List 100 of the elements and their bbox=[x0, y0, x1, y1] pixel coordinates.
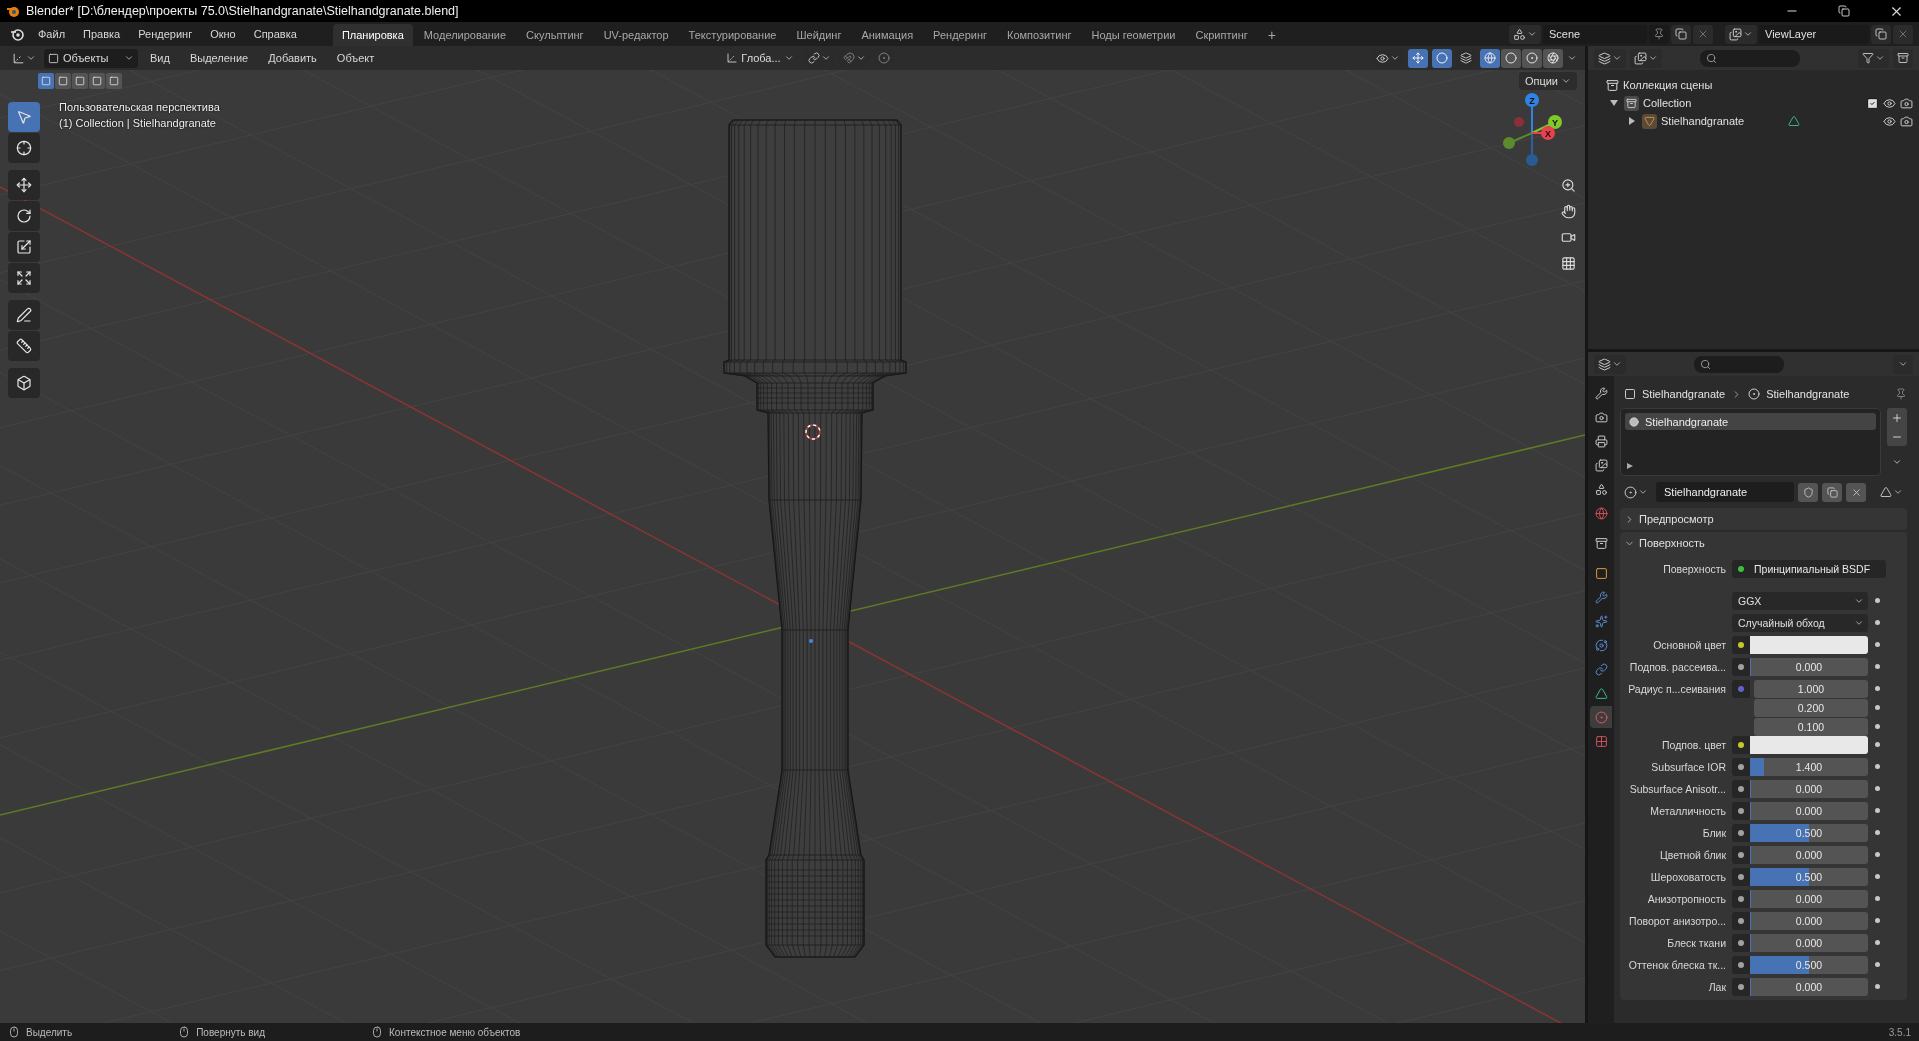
add-workspace-button[interactable]: + bbox=[1258, 24, 1285, 46]
menu-item[interactable]: Файл bbox=[30, 28, 74, 40]
scene-selector[interactable] bbox=[1509, 24, 1541, 44]
socket-icon[interactable] bbox=[1732, 912, 1750, 930]
workspace-tab[interactable]: UV-редактор bbox=[594, 24, 678, 46]
socket-icon[interactable] bbox=[1732, 758, 1750, 776]
tool-button[interactable] bbox=[8, 263, 40, 293]
workspace-tab[interactable]: Скриптинг bbox=[1186, 24, 1257, 46]
unlink-button[interactable] bbox=[1846, 482, 1866, 502]
menu-item[interactable]: Окно bbox=[202, 28, 244, 40]
collapsed-triangle-icon[interactable] bbox=[1628, 117, 1636, 125]
tool-button[interactable] bbox=[8, 300, 40, 330]
keyframe-dot-icon[interactable] bbox=[1875, 940, 1880, 945]
value-slider[interactable]: 0.000 bbox=[1750, 846, 1868, 864]
shading-mode-button[interactable] bbox=[1543, 48, 1563, 68]
menu-item[interactable]: Вид bbox=[142, 52, 178, 64]
checkbox[interactable] bbox=[1866, 96, 1879, 110]
scene-name-field[interactable]: Scene bbox=[1543, 24, 1647, 44]
keyframe-dot-icon[interactable] bbox=[1875, 724, 1880, 729]
keyframe-dot-icon[interactable] bbox=[1875, 896, 1880, 901]
value-slider[interactable]: 0.000 bbox=[1750, 780, 1868, 798]
workspace-tab[interactable]: Шейдинг bbox=[787, 24, 851, 46]
selection-mode-button[interactable] bbox=[72, 73, 88, 89]
value-slider[interactable]: 0.000 bbox=[1750, 890, 1868, 908]
keyframe-dot-icon[interactable] bbox=[1875, 874, 1880, 879]
camera-icon[interactable] bbox=[1900, 114, 1913, 128]
outliner-item[interactable]: Stielhandgranate bbox=[1661, 115, 1745, 127]
workspace-tab[interactable]: Композитинг bbox=[998, 24, 1081, 46]
new-view-layer-button[interactable] bbox=[1871, 24, 1891, 44]
keyframe-dot-icon[interactable] bbox=[1875, 962, 1880, 967]
eye-icon[interactable] bbox=[1883, 114, 1896, 128]
keyframe-dot-icon[interactable] bbox=[1875, 705, 1880, 710]
editor-type-button[interactable] bbox=[1594, 354, 1626, 374]
material-name-field[interactable]: Stielhandgranate bbox=[1656, 482, 1794, 502]
keyframe-dot-icon[interactable] bbox=[1875, 664, 1880, 669]
workspace-tab[interactable]: Ноды геометрии bbox=[1082, 24, 1185, 46]
hand-icon[interactable] bbox=[1560, 203, 1576, 219]
menu-item[interactable]: Правка bbox=[75, 28, 129, 40]
color-swatch[interactable] bbox=[1750, 736, 1868, 754]
value-slider[interactable]: 0.500 bbox=[1750, 956, 1868, 974]
material-slot[interactable]: Stielhandgranate bbox=[1625, 413, 1876, 430]
keyframe-dot-icon[interactable] bbox=[1875, 642, 1880, 647]
dropdown[interactable]: Случайный обход bbox=[1732, 614, 1868, 632]
selection-mode-button[interactable] bbox=[106, 73, 122, 89]
value-slider[interactable]: 0.500 bbox=[1750, 868, 1868, 886]
value-slider[interactable]: 0.000 bbox=[1750, 978, 1868, 996]
expanded-triangle-icon[interactable] bbox=[1610, 99, 1618, 107]
blender-logo-icon[interactable] bbox=[10, 27, 24, 41]
socket-icon[interactable] bbox=[1732, 802, 1750, 820]
fake-user-button[interactable] bbox=[1798, 482, 1818, 502]
view-layer-selector[interactable] bbox=[1725, 24, 1757, 44]
outliner-item[interactable]: Коллекция сцены bbox=[1623, 79, 1713, 91]
add-slot-button[interactable] bbox=[1887, 408, 1907, 427]
socket-icon[interactable] bbox=[1732, 956, 1750, 974]
socket-icon[interactable] bbox=[1732, 890, 1750, 908]
socket-icon[interactable] bbox=[1732, 868, 1750, 886]
pin-icon[interactable] bbox=[1895, 388, 1907, 400]
color-swatch[interactable] bbox=[1750, 636, 1868, 654]
menu-item[interactable]: Выделение bbox=[181, 52, 257, 64]
duplicate-button[interactable] bbox=[1822, 482, 1842, 502]
value-slider[interactable]: 0.000 bbox=[1750, 912, 1868, 930]
socket-icon[interactable] bbox=[1732, 658, 1750, 676]
number-field[interactable]: 0.200 bbox=[1754, 699, 1868, 717]
gizmo-toggle[interactable] bbox=[1408, 48, 1428, 68]
workspace-tab[interactable]: Планировка bbox=[332, 24, 413, 46]
panel-header[interactable]: Поверхность bbox=[1620, 532, 1907, 554]
shading-mode-button[interactable] bbox=[1522, 48, 1542, 68]
shading-mode-button[interactable] bbox=[1501, 48, 1521, 68]
display-mode-dropdown[interactable] bbox=[1630, 48, 1662, 68]
keyframe-dot-icon[interactable] bbox=[1875, 852, 1880, 857]
options-dropdown[interactable]: Опции bbox=[1518, 72, 1577, 90]
keyframe-dot-icon[interactable] bbox=[1875, 786, 1880, 791]
value-slider[interactable]: 1.400 bbox=[1750, 758, 1868, 776]
keyframe-dot-icon[interactable] bbox=[1875, 808, 1880, 813]
breadcrumb-item[interactable]: Stielhandgranate bbox=[1766, 388, 1850, 400]
dropdown[interactable]: GGX bbox=[1732, 592, 1868, 610]
filter-dropdown[interactable] bbox=[1858, 48, 1889, 68]
menu-item[interactable]: Объект bbox=[328, 52, 383, 64]
value-slider[interactable]: 0.000 bbox=[1750, 658, 1868, 676]
search-field[interactable] bbox=[1700, 49, 1800, 67]
socket-icon[interactable] bbox=[1732, 978, 1750, 996]
eye-icon[interactable] bbox=[1883, 96, 1896, 110]
socket-icon[interactable] bbox=[1732, 736, 1750, 754]
tool-button[interactable] bbox=[8, 133, 40, 163]
new-scene-button[interactable] bbox=[1671, 24, 1691, 44]
tool-button[interactable] bbox=[8, 368, 40, 398]
negative-axis-handle[interactable] bbox=[1503, 132, 1533, 149]
number-field[interactable]: 0.100 bbox=[1754, 718, 1868, 736]
mode-dropdown[interactable]: Объекты bbox=[44, 48, 138, 68]
selection-mode-button[interactable] bbox=[55, 73, 71, 89]
socket-icon[interactable] bbox=[1732, 636, 1750, 654]
keyframe-dot-icon[interactable] bbox=[1875, 686, 1880, 691]
socket-icon[interactable] bbox=[1732, 780, 1750, 798]
view-layer-name-field[interactable]: ViewLayer bbox=[1759, 24, 1869, 44]
delete-view-layer-button[interactable] bbox=[1893, 24, 1913, 44]
socket-icon[interactable] bbox=[1732, 560, 1750, 578]
pin-button[interactable] bbox=[1649, 24, 1669, 44]
keyframe-dot-icon[interactable] bbox=[1875, 984, 1880, 989]
menu-item[interactable]: Рендеринг bbox=[130, 28, 201, 40]
workspace-tab[interactable]: Скульптинг bbox=[517, 24, 593, 46]
